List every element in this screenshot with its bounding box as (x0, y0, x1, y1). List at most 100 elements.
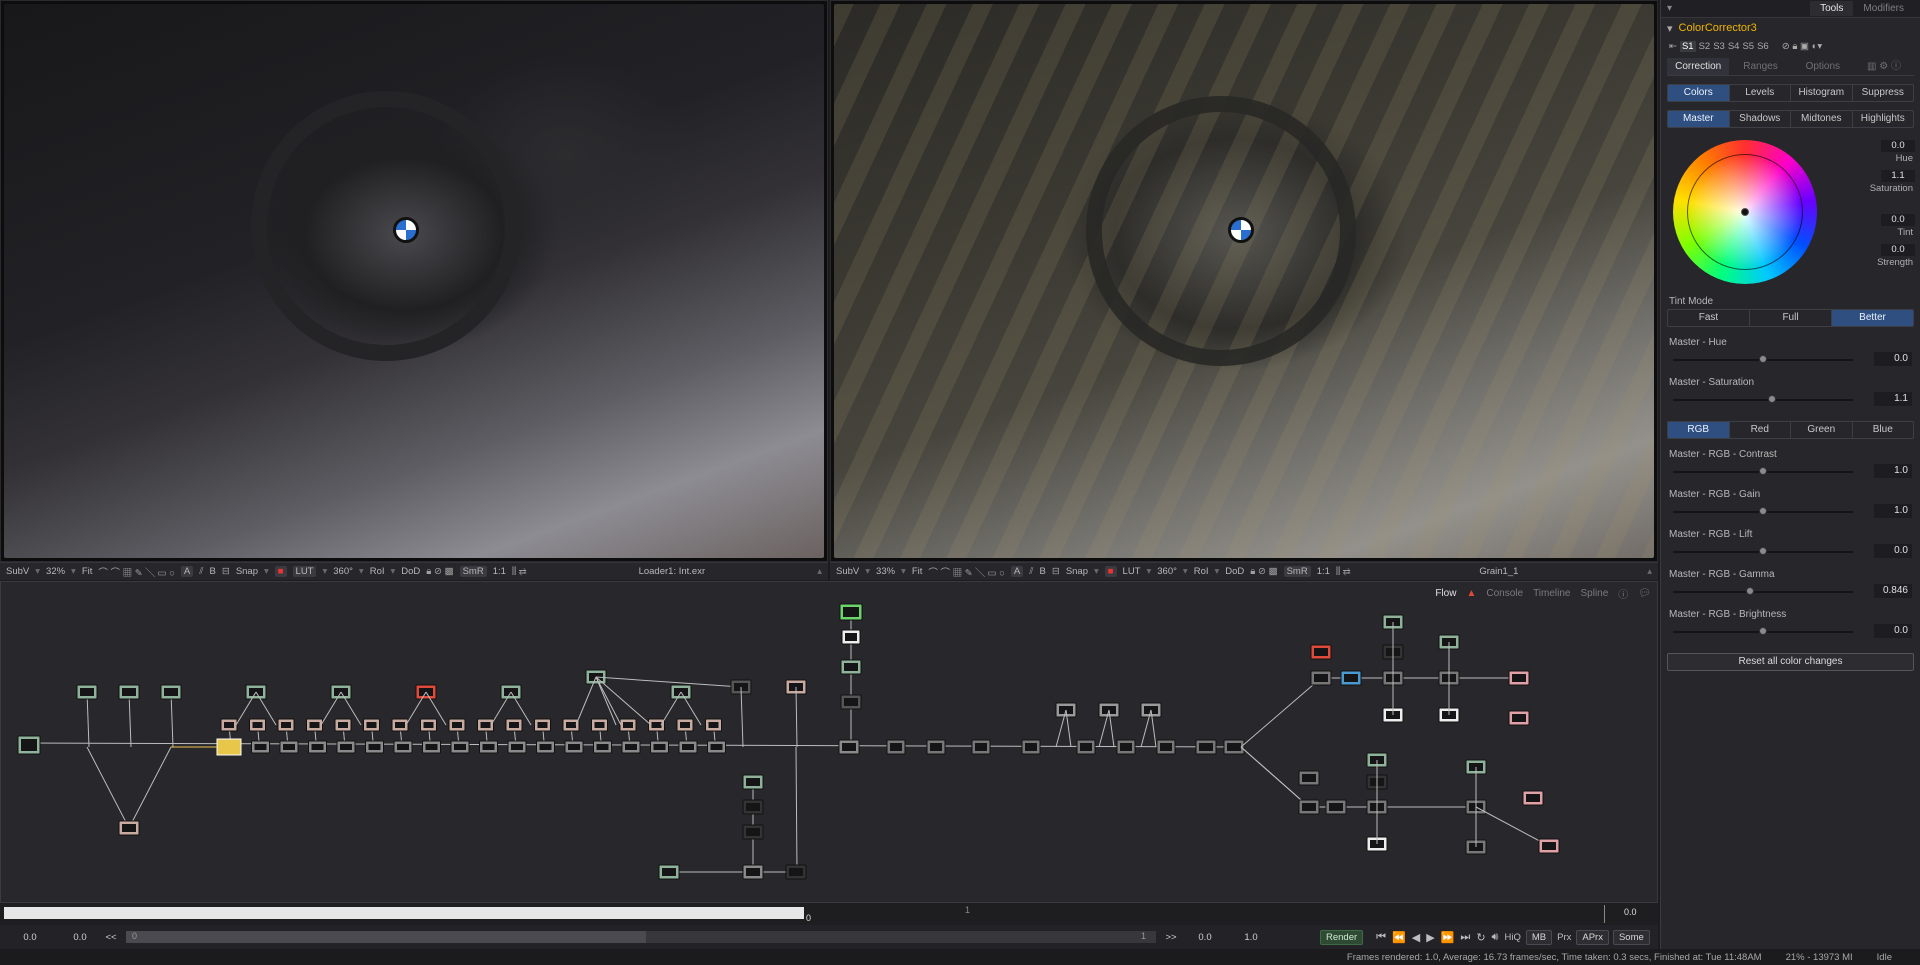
merge-node[interactable] (1310, 670, 1332, 686)
color-node[interactable] (926, 739, 946, 755)
collapse-icon[interactable]: ▾ (1667, 3, 1672, 14)
tint-value[interactable]: 0.0 (1881, 214, 1915, 226)
lock-viewer-icon[interactable]: 🔒︎ ⊘ ▩ (426, 566, 453, 577)
global-end-field[interactable]: 1.0 (1228, 932, 1274, 943)
merge-node[interactable] (1325, 799, 1347, 815)
tab-flow[interactable]: Flow (1435, 588, 1456, 599)
selected-node[interactable] (216, 738, 242, 756)
tint-full-button[interactable]: Full (1750, 310, 1832, 326)
roi-button[interactable]: RoI (370, 566, 385, 577)
merge-node[interactable] (1298, 799, 1320, 815)
slider-value-field[interactable]: 1.0 (1874, 464, 1912, 478)
hue-value[interactable]: 0.0 (1881, 140, 1915, 152)
version-s6[interactable]: S6 (1757, 41, 1769, 52)
mask-node[interactable] (619, 718, 637, 732)
tint-better-button[interactable]: Better (1832, 310, 1913, 326)
slider-value-field[interactable]: 1.1 (1874, 392, 1912, 406)
time-ruler[interactable]: 0 1 0.0 (0, 903, 1658, 925)
mb-button[interactable]: MB (1525, 929, 1553, 945)
tool-options-icons[interactable]: ⊘ 🔒︎ ▣ ◐▾ (1782, 41, 1822, 52)
loader-node[interactable] (658, 864, 680, 880)
slider-track[interactable] (1673, 399, 1853, 401)
mask-node[interactable] (705, 718, 722, 732)
angle-button[interactable]: 360° (1157, 566, 1177, 577)
version-s5[interactable]: S5 (1742, 41, 1754, 52)
angle-button[interactable]: 360° (333, 566, 353, 577)
viewer-right[interactable] (830, 0, 1658, 562)
ratio-button[interactable]: 1:1 (1317, 566, 1330, 577)
prx-button[interactable]: Prx (1557, 932, 1571, 943)
polyline-tools-icon[interactable]: ⌒ ⌒ ▦ ✎ ╲ ▭ ○ (928, 565, 1005, 579)
slider-value-field[interactable]: 1.0 (1874, 504, 1912, 518)
merge-node[interactable] (308, 740, 327, 754)
blue-button[interactable]: Blue (1853, 422, 1914, 438)
version-s4[interactable]: S4 (1728, 41, 1740, 52)
color-node[interactable] (1021, 739, 1041, 755)
render-button[interactable]: Render (1320, 929, 1364, 945)
merge-node[interactable] (593, 740, 612, 754)
info-icon[interactable]: ⓘ (1618, 586, 1628, 601)
loader-node[interactable] (118, 684, 140, 700)
matte-node[interactable] (841, 629, 861, 645)
mask-node[interactable] (363, 718, 380, 732)
color-node[interactable] (1195, 739, 1217, 755)
color-wheel-handle[interactable] (1741, 208, 1749, 216)
dod-button[interactable]: DoD (401, 566, 420, 577)
tab-options[interactable]: Options (1792, 58, 1854, 75)
ratio-button[interactable]: 1:1 (493, 566, 506, 577)
slider-handle[interactable] (1759, 627, 1767, 635)
mask-node[interactable] (420, 718, 437, 732)
color-node[interactable] (1116, 739, 1136, 755)
mask-node[interactable] (534, 718, 551, 732)
version-s2[interactable]: S2 (1699, 41, 1711, 52)
slider-value-field[interactable]: 0.846 (1874, 584, 1912, 598)
loader-node[interactable] (840, 659, 862, 675)
lock-viewer-icon[interactable]: 🔒︎ ⊘ ▩ (1250, 566, 1277, 577)
slider-value-field[interactable]: 0.0 (1874, 352, 1912, 366)
transform-node[interactable] (742, 824, 764, 840)
mask-node[interactable] (505, 718, 523, 732)
hiq-button[interactable]: HiQ (1504, 932, 1520, 943)
mask-node[interactable] (562, 718, 580, 732)
version-s3[interactable]: S3 (1713, 41, 1725, 52)
mask-node[interactable] (591, 718, 608, 732)
merge-node[interactable] (1298, 770, 1320, 786)
merge-node[interactable] (650, 740, 669, 754)
step-forward-icon[interactable]: ⏩ (1441, 931, 1455, 944)
merge-node[interactable] (450, 740, 470, 754)
render-end-field[interactable]: 0.0 (1182, 932, 1228, 943)
tab-correction[interactable]: Correction (1667, 58, 1730, 75)
snap-dropdown[interactable]: Snap (1066, 566, 1088, 577)
extra-tab-icons[interactable]: ▥ ⚙ ⓘ (1854, 58, 1914, 75)
some-button[interactable]: Some (1612, 929, 1650, 945)
tab-console[interactable]: Console (1486, 588, 1523, 599)
suppress-button[interactable]: Suppress (1853, 85, 1914, 101)
go-to-end-icon[interactable]: ⏭ (1460, 931, 1470, 944)
tool-header[interactable]: ▾ ColorCorrector3 (1661, 18, 1920, 38)
channel-a-button[interactable]: A (1010, 566, 1024, 577)
snap-dropdown[interactable]: Snap (236, 566, 258, 577)
merge-node[interactable] (742, 864, 764, 880)
subview-dropdown[interactable]: SubV (836, 566, 859, 577)
lut-button[interactable]: LUT (292, 566, 317, 577)
mask-node[interactable] (277, 718, 295, 732)
node-graph[interactable] (1, 582, 1658, 903)
lock-icon[interactable]: ⊟ (1052, 566, 1060, 577)
slider-track[interactable] (1673, 591, 1853, 593)
stereo-icon[interactable]: ⫼ ⇄ (1336, 566, 1351, 577)
color-node[interactable] (971, 739, 991, 755)
rgb-button[interactable]: RGB (1668, 422, 1730, 438)
version-s1[interactable]: S1 (1679, 40, 1696, 52)
merge-node[interactable] (678, 740, 698, 754)
slider-handle[interactable] (1768, 395, 1776, 403)
lut-button[interactable]: LUT (1123, 566, 1141, 577)
mask-node[interactable] (391, 718, 409, 732)
bright-node[interactable] (839, 603, 863, 621)
stereo-icon[interactable]: ⫼ ⇄ (512, 566, 527, 577)
color-node[interactable] (886, 739, 906, 755)
channel-a-button[interactable]: A (180, 566, 194, 577)
loader-node[interactable] (160, 684, 182, 700)
saver-node[interactable] (1508, 670, 1530, 686)
polyline-tools-icon[interactable]: ⌒ ⌒ ▦ ✎ ╲ ▭ ○ (98, 565, 175, 579)
reset-color-changes-button[interactable]: Reset all color changes (1667, 653, 1914, 671)
